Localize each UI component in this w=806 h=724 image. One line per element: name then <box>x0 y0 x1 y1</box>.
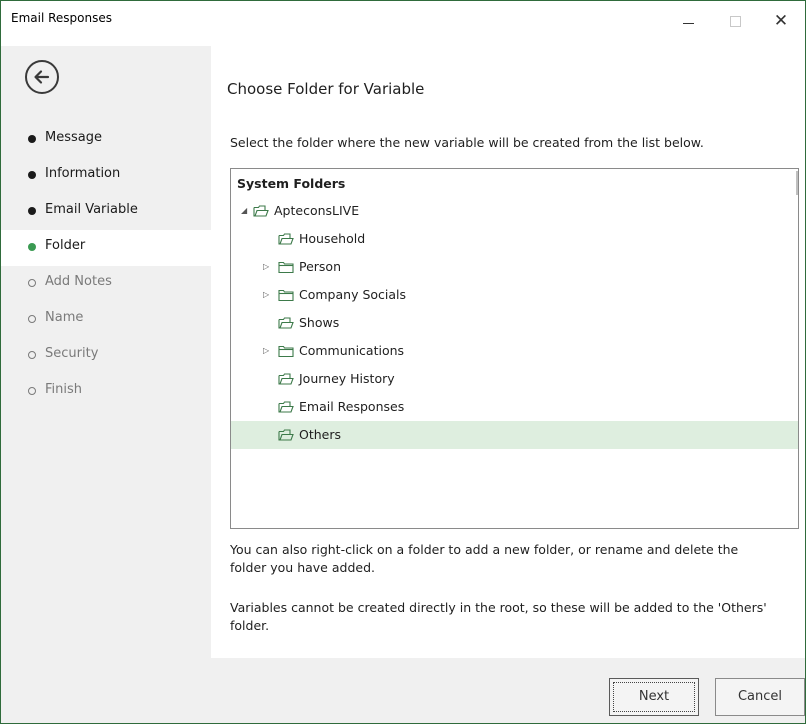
tree-node[interactable]: ◢ ApteconsLIVE <box>231 197 798 225</box>
wizard-window: Email Responses ✕ Message Information Emai… <box>0 0 806 724</box>
minimize-icon <box>683 23 694 24</box>
step-status-icon <box>28 387 36 395</box>
wizard-steps: Message Information Email Variable Folder Ad… <box>1 122 211 410</box>
collapsed-arrow-icon[interactable]: ▷ <box>263 262 269 271</box>
folder-closed-icon <box>278 289 294 302</box>
tree-node-label: ApteconsLIVE <box>274 203 360 218</box>
focus-rect <box>613 682 695 712</box>
instruction-text: Select the folder where the new variable… <box>230 135 704 150</box>
folder-tree[interactable]: System Folders ◢ ApteconsLIVE Household ▷ Pe… <box>230 168 799 529</box>
cancel-label: Cancel <box>737 689 783 704</box>
step-label: Add Notes <box>45 274 112 289</box>
step-label: Information <box>45 166 121 181</box>
title-bar: Email Responses ✕ <box>1 1 805 46</box>
close-button[interactable]: ✕ <box>758 7 804 37</box>
step-status-icon <box>28 351 36 359</box>
step-status-icon <box>28 243 36 251</box>
window-title: Email Responses <box>11 11 112 25</box>
minimize-button[interactable] <box>666 7 712 37</box>
sidebar-step[interactable]: Add Notes <box>1 266 211 302</box>
sidebar-step[interactable]: Folder <box>1 230 211 266</box>
folder-open-icon <box>278 429 294 441</box>
tree-node-label: Email Responses <box>299 399 405 414</box>
sidebar-step[interactable]: Information <box>1 158 211 194</box>
folder-closed-icon <box>278 345 294 358</box>
wizard-sidebar: Message Information Email Variable Folder Ad… <box>1 46 211 723</box>
folder-open-icon <box>278 401 294 413</box>
sidebar-step[interactable]: Finish <box>1 374 211 410</box>
sidebar-step[interactable]: Message <box>1 122 211 158</box>
tree-node[interactable]: Shows <box>231 309 798 337</box>
right-click-note: You can also right-click on a folder to … <box>230 541 790 577</box>
main-panel: Choose Folder for Variable Select the fo… <box>211 46 805 658</box>
maximize-button[interactable] <box>712 7 758 37</box>
tree-scrollbar[interactable] <box>796 171 798 195</box>
tree-node-label: Others <box>299 427 342 442</box>
folder-open-icon <box>253 205 269 217</box>
note1-line1: You can also right-click on a folder to … <box>230 542 739 557</box>
folder-open-icon <box>278 233 294 245</box>
tree-node[interactable]: Email Responses <box>231 393 798 421</box>
tree-root-label: System Folders <box>237 176 346 191</box>
folder-open-icon <box>278 317 294 329</box>
step-status-icon <box>28 315 36 323</box>
close-icon: ✕ <box>773 11 789 31</box>
step-status-icon <box>28 171 36 179</box>
page-title: Choose Folder for Variable <box>227 80 425 98</box>
tree-node-label: Communications <box>299 343 405 358</box>
step-label: Name <box>45 310 84 325</box>
cancel-button[interactable]: Cancel <box>715 678 805 716</box>
folder-open-icon <box>278 373 294 385</box>
note1-line2: folder you have added. <box>230 560 375 575</box>
tree-node-label: Shows <box>299 315 340 330</box>
tree-node-label: Journey History <box>299 371 395 386</box>
tree-node[interactable]: Household <box>231 225 798 253</box>
step-status-icon <box>28 135 36 143</box>
step-label: Folder <box>45 238 86 253</box>
tree-node[interactable]: ▷ Communications <box>231 337 798 365</box>
collapsed-arrow-icon[interactable]: ▷ <box>263 290 269 299</box>
sidebar-step[interactable]: Email Variable <box>1 194 211 230</box>
sidebar-step[interactable]: Security <box>1 338 211 374</box>
tree-node-label: Company Socials <box>299 287 407 302</box>
folder-closed-icon <box>278 261 294 274</box>
arrow-left-circle-icon <box>34 70 50 84</box>
back-button[interactable] <box>25 60 59 94</box>
tree-node[interactable]: Others <box>231 421 798 449</box>
tree-node[interactable]: Journey History <box>231 365 798 393</box>
step-status-icon <box>28 279 36 287</box>
sidebar-step[interactable]: Name <box>1 302 211 338</box>
note2-line2: folder. <box>230 618 270 633</box>
root-note: Variables cannot be created directly in … <box>230 599 790 635</box>
collapsed-arrow-icon[interactable]: ▷ <box>263 346 269 355</box>
expanded-arrow-icon[interactable]: ◢ <box>241 206 247 215</box>
wizard-footer: Next Cancel <box>211 658 805 723</box>
step-label: Message <box>45 130 102 145</box>
step-status-icon <box>28 207 36 215</box>
step-label: Security <box>45 346 99 361</box>
tree-node[interactable]: ▷ Person <box>231 253 798 281</box>
maximize-icon <box>730 16 741 27</box>
tree-node[interactable]: ▷ Company Socials <box>231 281 798 309</box>
step-label: Email Variable <box>45 202 138 217</box>
next-button[interactable]: Next <box>609 678 699 716</box>
tree-node-label: Household <box>299 231 366 246</box>
step-label: Finish <box>45 382 83 397</box>
note2-line1: Variables cannot be created directly in … <box>230 600 767 615</box>
tree-node-label: Person <box>299 259 342 274</box>
